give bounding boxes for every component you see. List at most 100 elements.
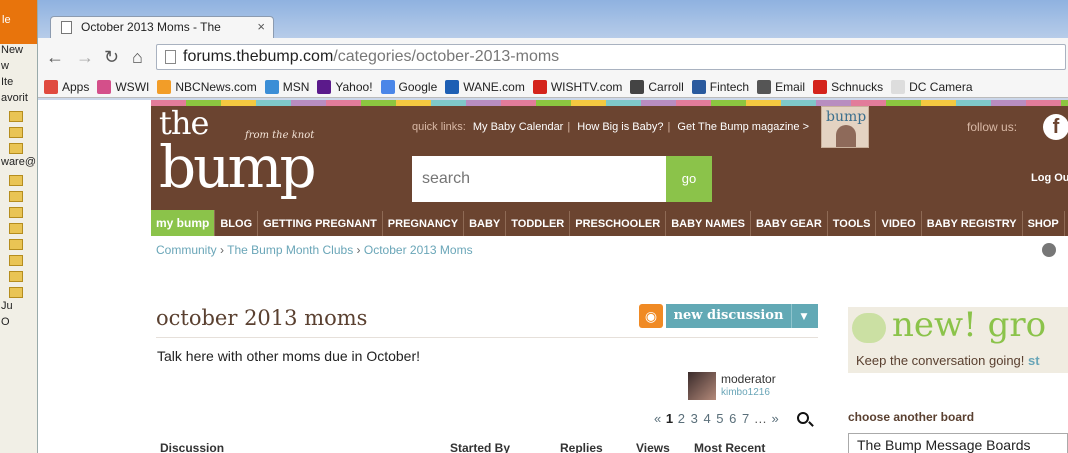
quick-link-how-big-is-baby[interactable]: How Big is Baby?: [577, 121, 663, 133]
quick-links: quick links: My Baby Calendar | How Big i…: [412, 121, 809, 133]
outlook-pane-row[interactable]: [0, 220, 37, 236]
pager-page[interactable]: 3: [691, 411, 698, 426]
column-discussion[interactable]: Discussion: [160, 441, 224, 453]
url-path: /categories/october-2013-moms: [333, 48, 560, 65]
bookmark-item[interactable]: WANE.com: [445, 76, 525, 94]
outlook-pane-row[interactable]: New: [0, 44, 37, 60]
url-domain: forums.thebump.com: [183, 48, 334, 65]
pager-prev[interactable]: «: [654, 411, 661, 426]
outlook-side-pane: le New w Ite avorit ware@ Ju O: [0, 0, 38, 453]
bookmark-item[interactable]: NBCNews.com: [157, 76, 257, 94]
facebook-icon[interactable]: f: [1043, 114, 1068, 140]
nav-item[interactable]: SHOP: [1023, 211, 1065, 236]
column-most-recent[interactable]: Most Recent: [694, 441, 765, 453]
nav-item[interactable]: PRESCHOOLER: [570, 211, 667, 236]
nav-item[interactable]: GETTING PREGNANT: [258, 211, 383, 236]
bookmark-item[interactable]: Google: [380, 76, 438, 94]
magazine-title: bump: [826, 109, 867, 125]
outlook-pane-row[interactable]: Ite: [0, 76, 37, 92]
rss-icon[interactable]: ◉: [639, 304, 663, 328]
nav-item[interactable]: PREGNANCY: [383, 211, 465, 236]
title-divider: [156, 337, 818, 338]
pager-page[interactable]: 5: [716, 411, 723, 426]
moderator-avatar[interactable]: [688, 372, 716, 400]
address-bar[interactable]: forums.thebump.com/categories/october-20…: [156, 44, 1066, 70]
bookmark-favicon-icon: [891, 80, 906, 94]
logout-link[interactable]: Log Out: [1031, 172, 1068, 184]
bookmark-item[interactable]: WISHTV.com: [532, 76, 623, 94]
bookmark-label: Google: [398, 80, 438, 94]
column-replies[interactable]: Replies: [560, 441, 603, 453]
outlook-pane-row[interactable]: [0, 188, 37, 204]
outlook-pane-row[interactable]: [0, 124, 37, 140]
search-input[interactable]: [412, 156, 666, 202]
nav-item[interactable]: TODDLER: [506, 211, 571, 236]
column-started-by[interactable]: Started By: [450, 441, 510, 453]
pager-page[interactable]: 2: [678, 411, 685, 426]
bookmark-item[interactable]: WSWI: [97, 76, 149, 94]
moderator-name-link[interactable]: kimbo1216: [721, 387, 770, 398]
outlook-pane-row[interactable]: w: [0, 60, 37, 76]
globe-icon[interactable]: [1042, 243, 1056, 257]
quick-links-label: quick links:: [412, 121, 466, 133]
outlook-pane-row[interactable]: avorit: [0, 92, 37, 108]
pager-next[interactable]: »: [772, 411, 779, 426]
quick-link-get-magazine[interactable]: Get The Bump magazine >: [677, 121, 809, 133]
bookmark-item[interactable]: Apps: [44, 76, 89, 94]
outlook-pane-row[interactable]: [0, 284, 37, 300]
the-bump-logo[interactable]: the bump from the knot: [159, 107, 317, 196]
groups-promo-banner[interactable]: new! gro Keep the conversation going! st: [848, 305, 1068, 373]
column-views[interactable]: Views: [636, 441, 670, 453]
outlook-pane-row[interactable]: O: [0, 316, 37, 332]
bookmark-item[interactable]: Carroll: [630, 76, 684, 94]
magazine-cover[interactable]: bump: [821, 106, 869, 148]
nav-item[interactable]: my bump: [151, 210, 216, 236]
back-arrow-icon[interactable]: ←: [46, 47, 64, 68]
outlook-pane-row[interactable]: [0, 172, 37, 188]
nav-item[interactable]: BLOG: [215, 211, 259, 236]
outlook-pane-row[interactable]: Ju: [0, 300, 37, 316]
search-go-button[interactable]: go: [666, 156, 712, 202]
forward-arrow-icon[interactable]: →: [76, 47, 94, 68]
nav-item[interactable]: VIDEO: [876, 211, 922, 236]
outlook-pane-row[interactable]: [0, 108, 37, 124]
search-icon[interactable]: [797, 412, 809, 424]
home-icon[interactable]: ⌂: [132, 47, 143, 68]
bookmark-label: WISHTV.com: [550, 80, 623, 94]
bookmark-item[interactable]: Email: [757, 76, 805, 94]
bookmark-item[interactable]: MSN: [264, 76, 309, 94]
nav-item[interactable]: BABY: [464, 211, 507, 236]
nav-item[interactable]: BABY REGISTRY: [922, 211, 1023, 236]
board-select[interactable]: The Bump Message Boards: [848, 433, 1068, 453]
browser-tab-active[interactable]: October 2013 Moms - The ×: [50, 16, 274, 38]
bookmark-item[interactable]: Yahoo!: [317, 76, 373, 94]
pager-page[interactable]: 6: [729, 411, 736, 426]
pager-page[interactable]: 4: [703, 411, 710, 426]
bookmark-item[interactable]: Fintech: [691, 76, 749, 94]
nav-item[interactable]: BABY NAMES: [666, 211, 751, 236]
pager-page[interactable]: 7: [742, 411, 749, 426]
folder-icon: [9, 239, 23, 250]
outlook-pane-row[interactable]: [0, 268, 37, 284]
chevron-down-icon[interactable]: ▼: [792, 305, 816, 329]
outlook-pane-row[interactable]: ware@: [0, 156, 37, 172]
new-discussion-button[interactable]: new discussion ▼: [666, 304, 818, 328]
outlook-pane-row[interactable]: [0, 252, 37, 268]
bookmark-item[interactable]: Schnucks: [813, 76, 883, 94]
quick-link-baby-calendar[interactable]: My Baby Calendar: [473, 121, 564, 133]
breadcrumb-month-clubs[interactable]: The Bump Month Clubs: [227, 243, 353, 257]
breadcrumb-community[interactable]: Community: [156, 243, 217, 257]
breadcrumb-october-2013[interactable]: October 2013 Moms: [364, 243, 473, 257]
nav-item[interactable]: TOOLS: [828, 211, 877, 236]
nav-item[interactable]: BABY GEAR: [751, 211, 828, 236]
close-tab-icon[interactable]: ×: [257, 19, 265, 34]
outlook-top-button[interactable]: le: [0, 0, 37, 44]
outlook-pane-row[interactable]: [0, 236, 37, 252]
folder-icon: [9, 127, 23, 138]
outlook-pane-row[interactable]: [0, 140, 37, 156]
reload-icon[interactable]: ↻: [104, 47, 119, 68]
bookmark-item[interactable]: DC Camera: [891, 76, 973, 94]
outlook-pane-row[interactable]: [0, 204, 37, 220]
bookmark-label: Schnucks: [831, 80, 884, 94]
browser-chrome: October 2013 Moms - The × ← → ↻ ⌂ forums…: [38, 0, 1068, 100]
